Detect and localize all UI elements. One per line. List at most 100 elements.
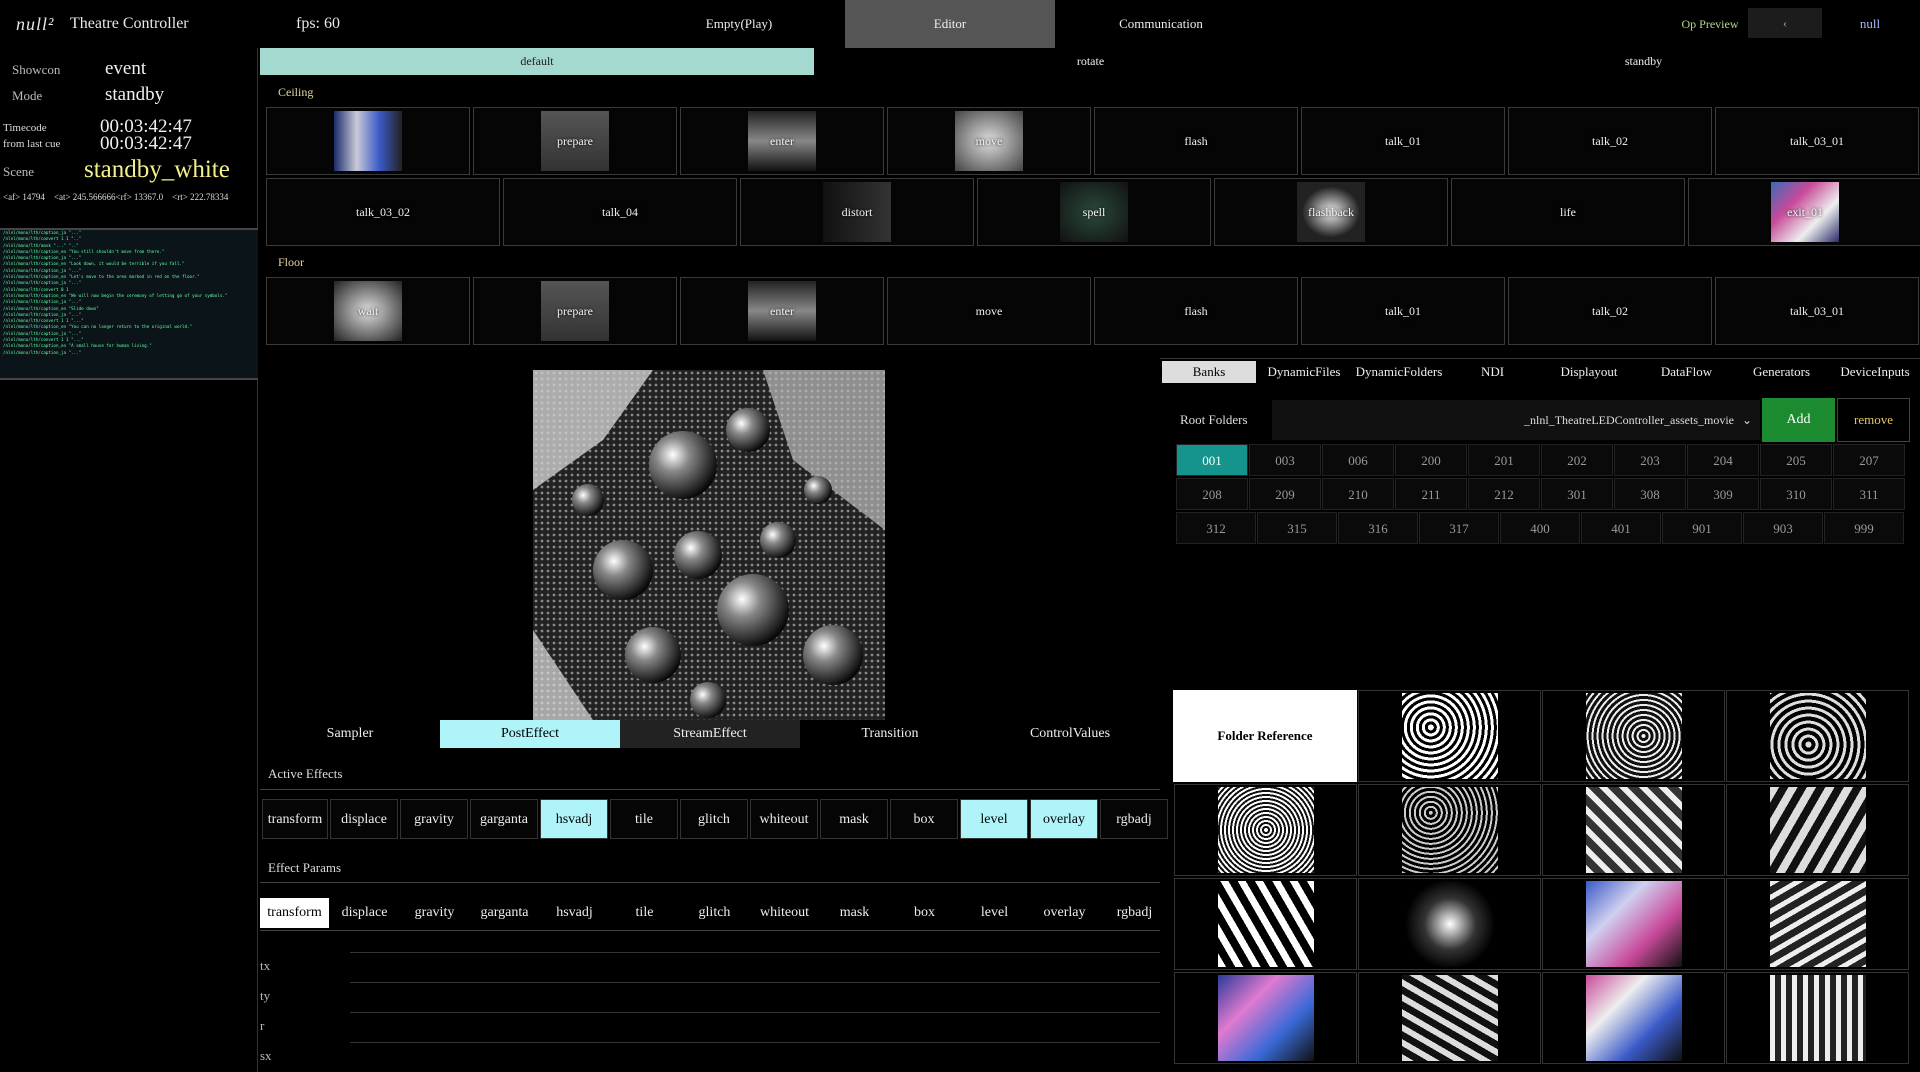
bank-button[interactable]: 208	[1176, 478, 1248, 510]
folder-thumbnail[interactable]	[1358, 972, 1541, 1064]
tab-empty-play[interactable]: Empty(Play)	[634, 0, 844, 48]
effect-toggle-transform[interactable]: transform	[262, 799, 328, 839]
bank-button[interactable]: 301	[1541, 478, 1613, 510]
cue-button[interactable]: wait	[266, 277, 470, 345]
tab-posteffect[interactable]: PostEffect	[440, 720, 620, 748]
param-tab-overlay[interactable]: overlay	[1030, 898, 1099, 928]
bank-button[interactable]: 317	[1419, 512, 1499, 544]
param-row[interactable]: sx	[260, 1042, 1160, 1072]
tab-displayout[interactable]: Displayout	[1540, 361, 1638, 383]
param-slider[interactable]	[350, 1042, 1160, 1043]
add-button[interactable]: Add	[1762, 398, 1835, 442]
cue-button[interactable]	[266, 107, 470, 175]
effect-toggle-overlay[interactable]: overlay	[1030, 799, 1098, 839]
folder-thumbnail[interactable]	[1174, 784, 1357, 876]
bank-button[interactable]: 006	[1322, 444, 1394, 476]
param-row[interactable]: r	[260, 1012, 1160, 1042]
bank-button[interactable]: 200	[1395, 444, 1467, 476]
folder-thumbnail[interactable]	[1726, 878, 1909, 970]
bank-button[interactable]: 210	[1322, 478, 1394, 510]
folder-thumbnail[interactable]	[1726, 690, 1909, 782]
bank-button[interactable]: 312	[1176, 512, 1256, 544]
folder-thumbnail[interactable]	[1542, 784, 1725, 876]
cue-button[interactable]: talk_03_01	[1715, 277, 1919, 345]
effect-toggle-glitch[interactable]: glitch	[680, 799, 748, 839]
effect-toggle-garganta[interactable]: garganta	[470, 799, 538, 839]
cue-button[interactable]: move	[887, 107, 1091, 175]
param-tab-displace[interactable]: displace	[330, 898, 399, 928]
effect-toggle-hsvadj[interactable]: hsvadj	[540, 799, 608, 839]
tab-generators[interactable]: Generators	[1735, 361, 1828, 383]
param-tab-mask[interactable]: mask	[820, 898, 889, 928]
effect-toggle-box[interactable]: box	[890, 799, 958, 839]
cue-button[interactable]: talk_01	[1301, 107, 1505, 175]
param-tab-box[interactable]: box	[890, 898, 959, 928]
osc-log[interactable]: /nlnl/mono/lth/caption_ja "..."/nlnl/mon…	[0, 228, 258, 380]
cue-button[interactable]: prepare	[473, 107, 677, 175]
cue-button[interactable]: talk_02	[1508, 107, 1712, 175]
folder-reference-button[interactable]: Folder Reference	[1173, 690, 1357, 782]
cue-button[interactable]: flash	[1094, 277, 1298, 345]
cue-button[interactable]: talk_04	[503, 178, 737, 246]
cue-button[interactable]: move	[887, 277, 1091, 345]
bank-button[interactable]: 315	[1257, 512, 1337, 544]
bank-button[interactable]: 311	[1833, 478, 1905, 510]
bank-button[interactable]: 316	[1338, 512, 1418, 544]
cue-button[interactable]: talk_01	[1301, 277, 1505, 345]
bank-button[interactable]: 310	[1760, 478, 1832, 510]
root-folder-select[interactable]: _nlnl_TheatreLEDController_assets_movie	[1272, 400, 1760, 440]
tab-scene-rotate[interactable]: rotate	[814, 48, 1367, 75]
bank-button[interactable]: 202	[1541, 444, 1613, 476]
cue-button[interactable]: life	[1451, 178, 1685, 246]
effect-toggle-gravity[interactable]: gravity	[400, 799, 468, 839]
effect-toggle-whiteout[interactable]: whiteout	[750, 799, 818, 839]
param-tab-tile[interactable]: tile	[610, 898, 679, 928]
bank-button[interactable]: 903	[1743, 512, 1823, 544]
bank-button[interactable]: 212	[1468, 478, 1540, 510]
folder-thumbnail[interactable]	[1174, 878, 1357, 970]
op-preview-toggle[interactable]: ‹	[1748, 8, 1822, 38]
effect-toggle-tile[interactable]: tile	[610, 799, 678, 839]
tab-deviceinputs[interactable]: DeviceInputs	[1830, 361, 1920, 383]
tab-dynamicfolders[interactable]: DynamicFolders	[1352, 361, 1446, 383]
folder-thumbnail[interactable]	[1358, 690, 1541, 782]
cue-button[interactable]: enter	[680, 107, 884, 175]
folder-thumbnail[interactable]	[1726, 784, 1909, 876]
bank-button[interactable]: 211	[1395, 478, 1467, 510]
param-tab-garganta[interactable]: garganta	[470, 898, 539, 928]
param-tab-hsvadj[interactable]: hsvadj	[540, 898, 609, 928]
tab-scene-default[interactable]: default	[260, 48, 814, 75]
bank-button[interactable]: 207	[1833, 444, 1905, 476]
cue-button[interactable]: flashback	[1214, 178, 1448, 246]
cue-button[interactable]: prepare	[473, 277, 677, 345]
bank-button[interactable]: 309	[1687, 478, 1759, 510]
cue-button[interactable]: exit_01	[1688, 178, 1920, 246]
tab-streameffect[interactable]: StreamEffect	[620, 720, 800, 748]
bank-button[interactable]: 203	[1614, 444, 1686, 476]
bank-button[interactable]: 205	[1760, 444, 1832, 476]
tab-controlvalues[interactable]: ControlValues	[980, 720, 1160, 748]
param-row[interactable]: ty	[260, 982, 1160, 1012]
bank-button[interactable]: 999	[1824, 512, 1904, 544]
cue-button[interactable]: talk_03_01	[1715, 107, 1919, 175]
effect-toggle-rgbadj[interactable]: rgbadj	[1100, 799, 1168, 839]
bank-button[interactable]: 003	[1249, 444, 1321, 476]
tab-communication[interactable]: Communication	[1056, 0, 1266, 48]
tab-editor[interactable]: Editor	[845, 0, 1055, 48]
tab-dynamicfiles[interactable]: DynamicFiles	[1258, 361, 1350, 383]
folder-thumbnail[interactable]	[1542, 972, 1725, 1064]
param-tab-whiteout[interactable]: whiteout	[750, 898, 819, 928]
bank-button[interactable]: 901	[1662, 512, 1742, 544]
bank-button[interactable]: 204	[1687, 444, 1759, 476]
folder-thumbnail[interactable]	[1542, 690, 1725, 782]
bank-button[interactable]: 401	[1581, 512, 1661, 544]
folder-thumbnail[interactable]	[1358, 878, 1541, 970]
bank-button[interactable]: 308	[1614, 478, 1686, 510]
param-slider[interactable]	[350, 982, 1160, 983]
cue-button[interactable]: talk_03_02	[266, 178, 500, 246]
cue-button[interactable]: flash	[1094, 107, 1298, 175]
effect-toggle-displace[interactable]: displace	[330, 799, 398, 839]
tab-dataflow[interactable]: DataFlow	[1640, 361, 1733, 383]
tab-scene-standby[interactable]: standby	[1367, 48, 1920, 75]
tab-sampler[interactable]: Sampler	[260, 720, 440, 748]
